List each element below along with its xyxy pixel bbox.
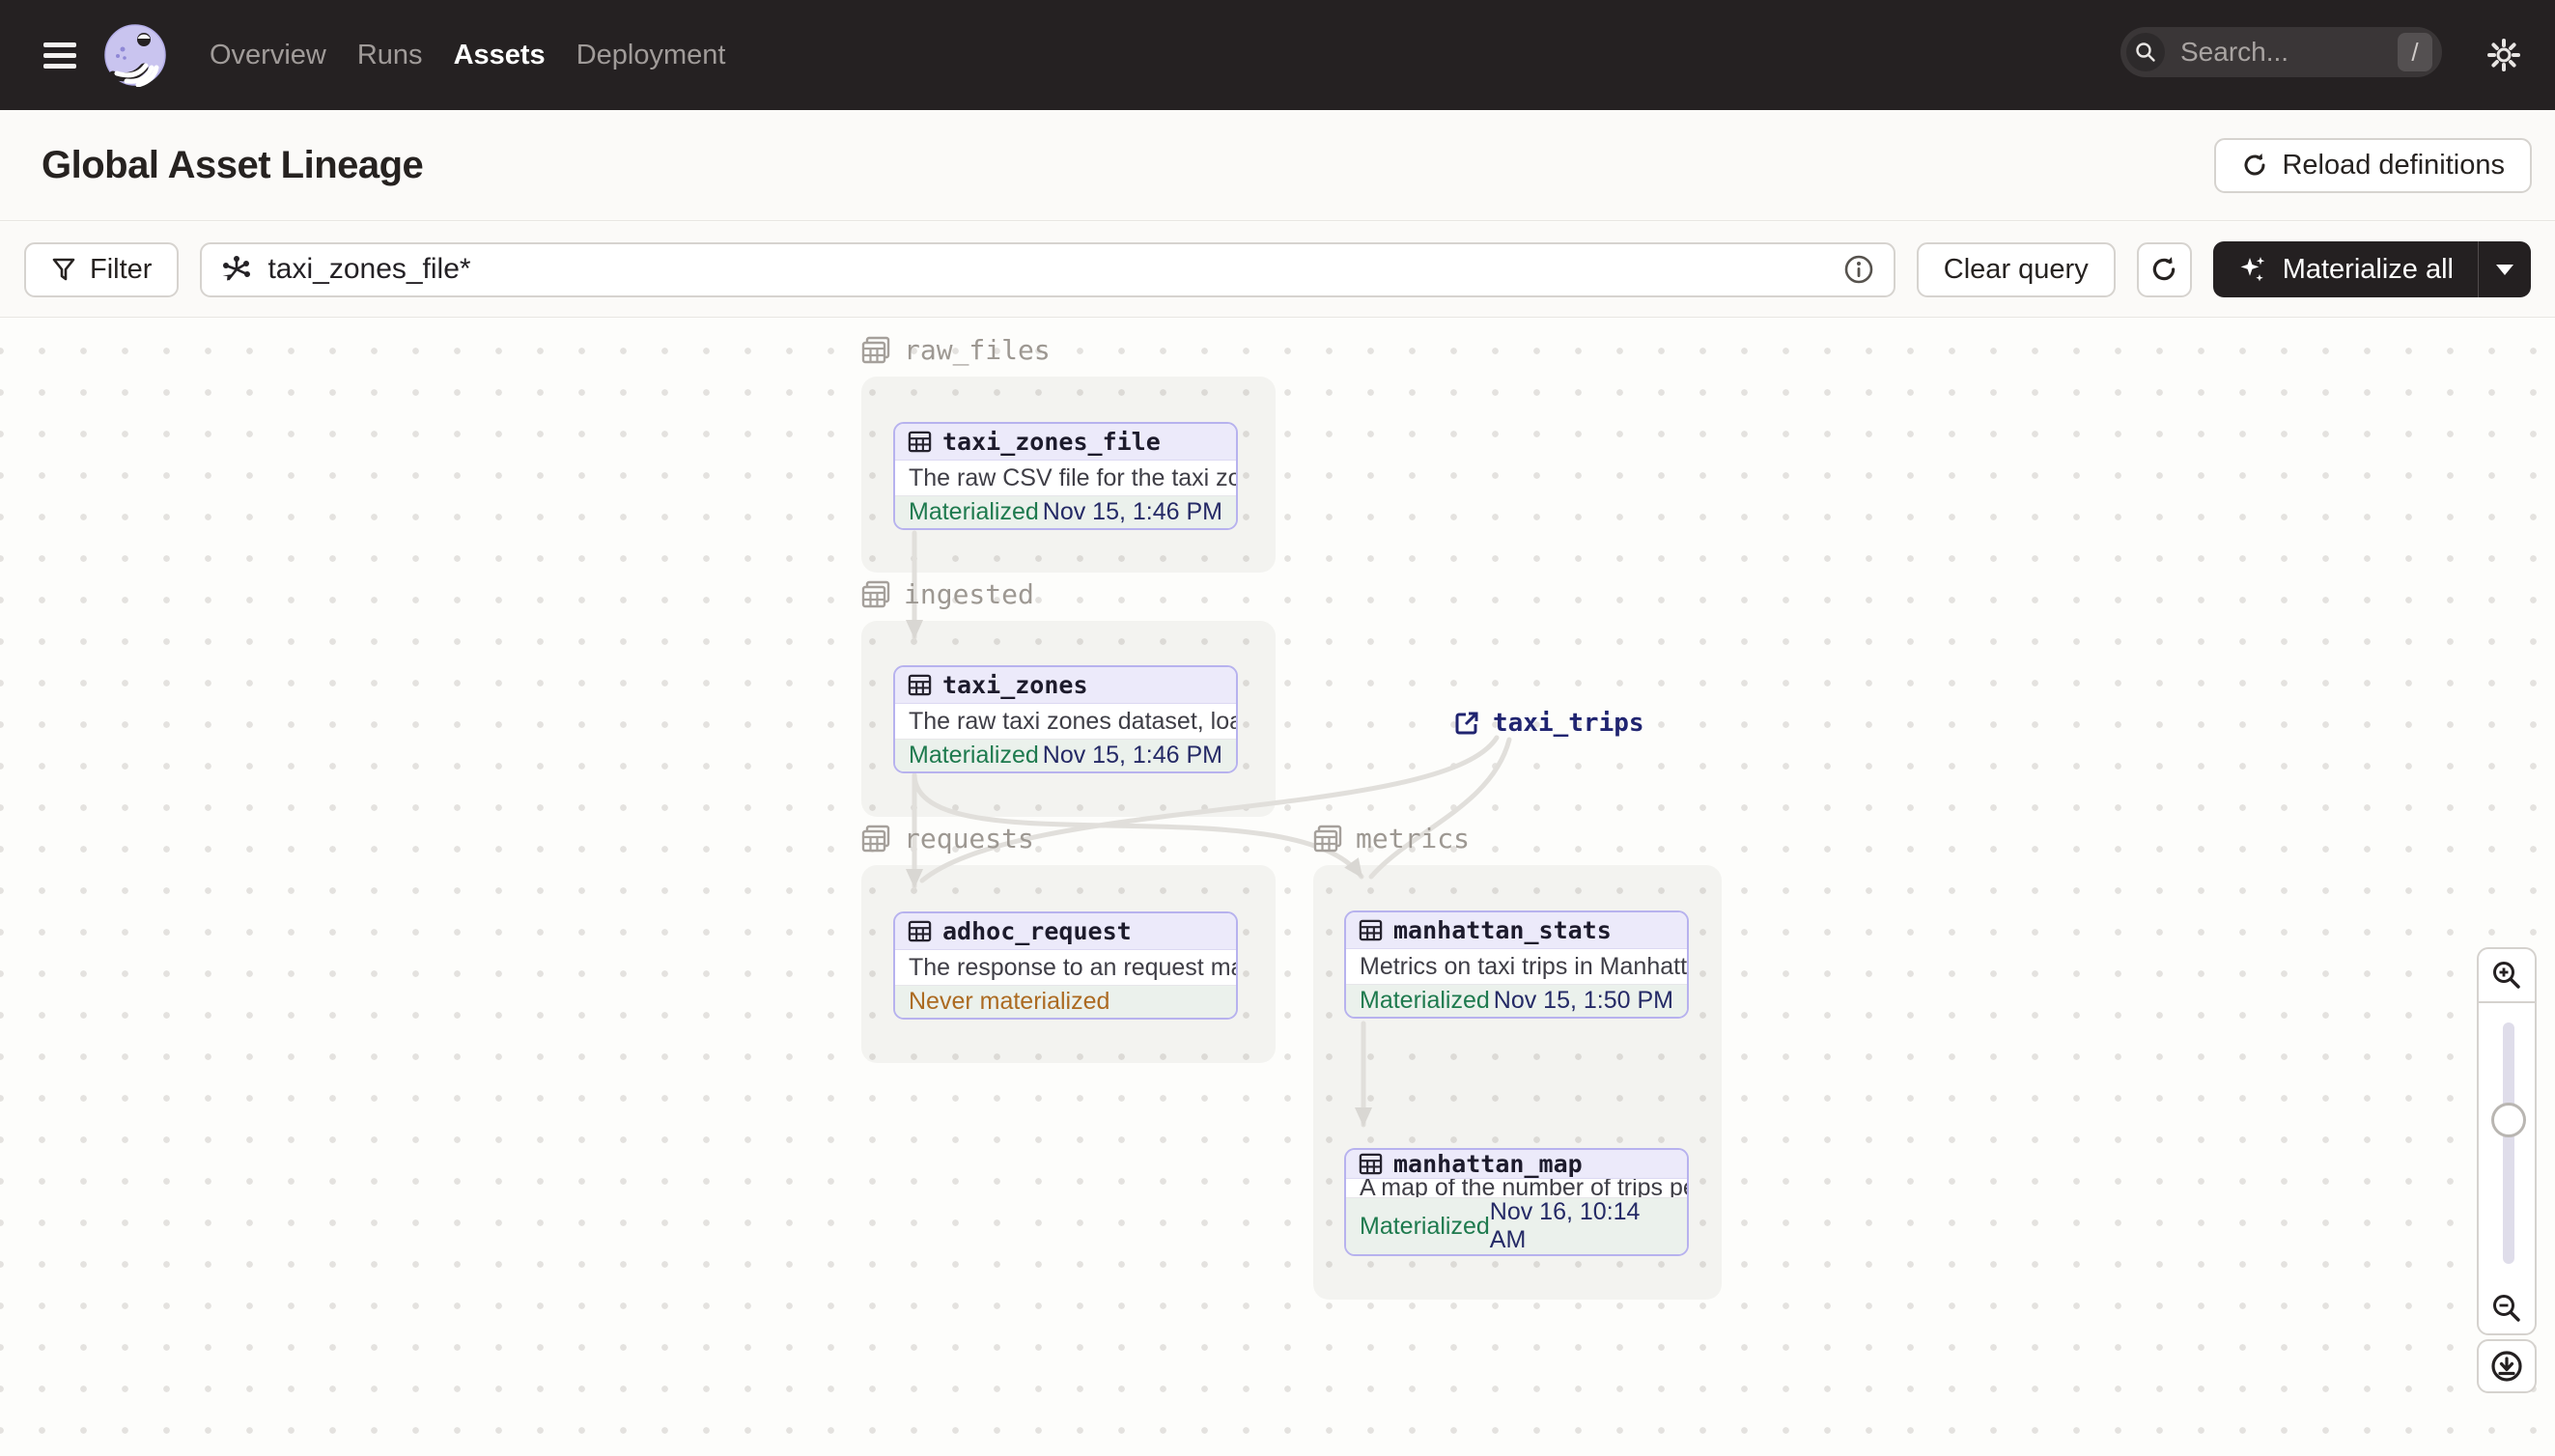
chevron-down-icon xyxy=(2496,264,2513,275)
reload-icon xyxy=(2245,154,2265,176)
asset-description: The raw CSV file for the taxi zones dat.… xyxy=(895,461,1236,496)
asset-lineage-canvas[interactable]: raw_files ingested requests metrics taxi… xyxy=(0,319,2555,1456)
main-nav-links: Overview Runs Assets Deployment xyxy=(210,40,725,71)
external-asset-taxi-trips[interactable]: taxi_trips xyxy=(1453,709,1644,738)
lineage-toolbar: Filter taxi_zones_file* Clear query Mate… xyxy=(0,222,2555,318)
group-label-metrics[interactable]: metrics xyxy=(1313,823,1470,854)
search-icon xyxy=(2126,33,2165,71)
group-label-raw-files[interactable]: raw_files xyxy=(861,334,1051,366)
group-name: raw_files xyxy=(904,334,1051,366)
materialization-timestamp: Nov 16, 10:14 AM xyxy=(1489,1198,1641,1253)
asset-name: manhattan_stats xyxy=(1393,916,1612,944)
nav-item-overview[interactable]: Overview xyxy=(210,40,326,71)
zoom-slider-track[interactable] xyxy=(2503,1022,2514,1264)
table-icon xyxy=(908,920,932,942)
group-table-icon xyxy=(1313,825,1342,852)
materialization-timestamp: Nov 15, 1:46 PM xyxy=(1042,498,1222,525)
asset-name: taxi_zones xyxy=(942,671,1088,699)
table-icon xyxy=(1359,919,1383,941)
asset-node-taxi-zones[interactable]: taxi_zones The raw taxi zones dataset, l… xyxy=(893,665,1238,773)
asset-node-taxi-zones-file[interactable]: taxi_zones_file The raw CSV file for the… xyxy=(893,422,1238,530)
group-label-ingested[interactable]: ingested xyxy=(861,578,1034,610)
status-badge: Materialized xyxy=(909,742,1039,769)
group-table-icon xyxy=(861,336,890,363)
asset-node-manhattan-stats[interactable]: manhattan_stats Metrics on taxi trips in… xyxy=(1344,910,1689,1019)
status-badge: Never materialized xyxy=(909,988,1110,1015)
asset-description: The response to an request made in th... xyxy=(895,950,1236,986)
global-search-input[interactable]: Search... / xyxy=(2120,27,2442,77)
lineage-edges xyxy=(906,530,1512,1128)
asset-description: Metrics on taxi trips in Manhattan xyxy=(1346,949,1687,985)
search-placeholder: Search... xyxy=(2180,37,2289,67)
top-navigation-bar: Overview Runs Assets Deployment Search..… xyxy=(0,0,2555,110)
materialization-timestamp: Nov 15, 1:50 PM xyxy=(1493,987,1673,1014)
hamburger-menu-icon[interactable] xyxy=(43,37,76,74)
table-icon xyxy=(908,674,932,696)
status-badge: Materialized xyxy=(909,498,1039,525)
clear-query-button[interactable]: Clear query xyxy=(1916,241,2116,297)
reload-definitions-label: Reload definitions xyxy=(2282,149,2505,181)
filter-funnel-icon xyxy=(52,258,75,281)
asset-name: manhattan_map xyxy=(1393,1150,1583,1178)
group-name: requests xyxy=(904,823,1034,854)
refresh-icon xyxy=(2152,257,2176,281)
external-asset-name: taxi_trips xyxy=(1493,709,1644,738)
asset-graph-icon xyxy=(222,256,251,281)
asset-name: adhoc_request xyxy=(942,917,1132,945)
asset-node-manhattan-map[interactable]: manhattan_map A map of the number of tri… xyxy=(1344,1148,1689,1256)
materialize-dropdown-button[interactable] xyxy=(2479,241,2531,297)
asset-node-adhoc-request[interactable]: adhoc_request The response to an request… xyxy=(893,911,1238,1020)
export-graph-button[interactable] xyxy=(2477,1339,2537,1393)
zoom-out-button[interactable] xyxy=(2477,1281,2537,1335)
dagster-logo-icon[interactable] xyxy=(103,23,167,87)
zoom-out-icon xyxy=(2493,1295,2520,1322)
group-name: ingested xyxy=(904,578,1034,610)
reload-definitions-button[interactable]: Reload definitions xyxy=(2214,137,2532,193)
table-icon xyxy=(1359,1153,1383,1175)
nav-item-runs[interactable]: Runs xyxy=(357,40,423,71)
zoom-controls xyxy=(2477,947,2537,1335)
filter-label: Filter xyxy=(90,253,153,285)
group-table-icon xyxy=(861,580,890,607)
sparkle-icon xyxy=(2240,257,2264,282)
external-link-icon xyxy=(1455,712,1478,735)
zoom-slider[interactable] xyxy=(2477,1003,2537,1283)
settings-gear-icon[interactable] xyxy=(2485,37,2522,73)
info-icon[interactable] xyxy=(1843,254,1874,285)
materialization-timestamp: Nov 15, 1:46 PM xyxy=(1042,742,1222,769)
page-title: Global Asset Lineage xyxy=(42,143,424,186)
page-header: Global Asset Lineage Reload definitions xyxy=(0,110,2555,221)
asset-name: taxi_zones_file xyxy=(942,428,1161,456)
refresh-graph-button[interactable] xyxy=(2136,241,2192,297)
group-label-requests[interactable]: requests xyxy=(861,823,1034,854)
materialize-all-label: Materialize all xyxy=(2282,253,2454,285)
asset-selection-value: taxi_zones_file* xyxy=(267,253,471,285)
status-badge: Materialized xyxy=(1360,1212,1490,1240)
asset-description: The raw taxi zones dataset, loaded int..… xyxy=(895,704,1236,740)
search-shortcut-badge: / xyxy=(2398,33,2432,71)
zoom-slider-thumb[interactable] xyxy=(2491,1103,2526,1137)
asset-description: A map of the number of trips per taxi z.… xyxy=(1346,1179,1687,1198)
asset-selection-input[interactable]: taxi_zones_file* xyxy=(200,241,1895,297)
materialize-all-button[interactable]: Materialize all xyxy=(2212,241,2531,297)
zoom-in-icon xyxy=(2493,962,2520,989)
clear-query-label: Clear query xyxy=(1943,253,2089,285)
zoom-in-button[interactable] xyxy=(2477,947,2537,1003)
group-name: metrics xyxy=(1356,823,1471,854)
group-table-icon xyxy=(861,825,890,852)
filter-button[interactable]: Filter xyxy=(24,241,180,297)
status-badge: Materialized xyxy=(1360,987,1490,1014)
nav-item-assets[interactable]: Assets xyxy=(454,40,546,71)
table-icon xyxy=(908,431,932,453)
nav-item-deployment[interactable]: Deployment xyxy=(576,40,726,71)
download-icon xyxy=(2491,1351,2522,1382)
